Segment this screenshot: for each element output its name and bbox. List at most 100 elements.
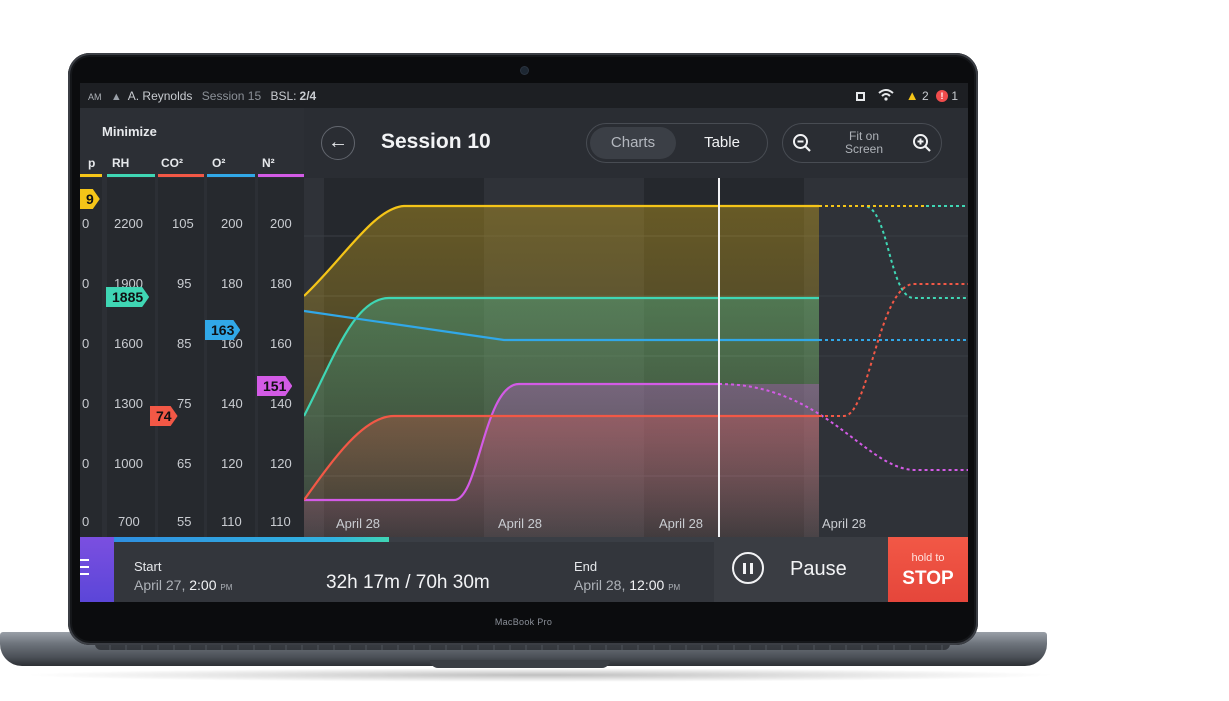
elapsed-time: 32h 17m / 70h 30m bbox=[326, 572, 490, 593]
status-right: ▲ 2 ! 1 bbox=[856, 88, 958, 103]
axis-color-o2 bbox=[207, 174, 255, 177]
tick-p-3: 0 bbox=[82, 396, 90, 411]
menu-button[interactable] bbox=[80, 537, 114, 602]
tick-co2-4: 65 bbox=[177, 456, 192, 471]
tick-p-5: 0 bbox=[82, 514, 90, 529]
chart-area[interactable]: April 28 April 28 April 28 April 28 bbox=[304, 178, 968, 537]
tick-n2-2: 160 bbox=[270, 336, 292, 351]
time-band bbox=[804, 178, 968, 537]
pause-icon bbox=[732, 552, 764, 584]
tick-n2-3: 140 bbox=[270, 396, 292, 411]
user-name: A. Reynolds bbox=[127, 89, 193, 103]
axis-color-n2 bbox=[258, 174, 304, 177]
zoom-out-icon[interactable] bbox=[791, 132, 813, 154]
tick-rh-3: 1300 bbox=[114, 396, 143, 411]
session-label: Session 15 bbox=[201, 89, 262, 103]
back-button[interactable]: ← bbox=[321, 126, 355, 160]
stop-button[interactable]: hold to STOP bbox=[888, 537, 968, 602]
axis-column-o2 bbox=[207, 178, 255, 537]
axis-color-rh bbox=[107, 174, 155, 177]
tick-rh-5: 700 bbox=[118, 514, 140, 529]
tick-o2-0: 200 bbox=[221, 216, 243, 231]
warning-icon[interactable]: ▲ bbox=[906, 88, 919, 103]
tab-charts[interactable]: Charts bbox=[590, 127, 676, 159]
session-controls: Start April 27, 2:00 PM 32h 17m / 70h 30… bbox=[80, 537, 968, 602]
page-title: Session 10 bbox=[381, 130, 491, 153]
tick-n2-5: 110 bbox=[270, 514, 291, 529]
stop-label: STOP bbox=[902, 568, 954, 589]
tab-table[interactable]: Table bbox=[679, 127, 765, 159]
end-time: 12:00 bbox=[629, 577, 665, 593]
tick-p-1: 0 bbox=[82, 276, 90, 291]
tick-n2-4: 120 bbox=[270, 456, 292, 471]
end-date: April 28, bbox=[574, 577, 626, 593]
user-icon: ▲ bbox=[110, 91, 122, 103]
error-count: 1 bbox=[951, 89, 958, 103]
fit-on-screen-button[interactable]: Fit on Screen bbox=[829, 130, 899, 156]
tick-p-2: 0 bbox=[82, 336, 90, 351]
axis-column-co2 bbox=[158, 178, 204, 537]
error-icon[interactable]: ! bbox=[935, 90, 948, 102]
current-value-n2: 151 bbox=[257, 376, 292, 396]
current-value-o2: 163 bbox=[205, 320, 240, 340]
tick-co2-2: 85 bbox=[177, 336, 192, 351]
x-tick-1: April 28 bbox=[498, 516, 542, 531]
tick-co2-1: 95 bbox=[177, 276, 192, 291]
clock: AM bbox=[88, 92, 102, 102]
tick-n2-0: 200 bbox=[270, 216, 292, 231]
wifi-icon bbox=[878, 89, 895, 101]
start-label: Start bbox=[134, 559, 162, 574]
bsl-value: 2/4 bbox=[299, 89, 317, 103]
end-ampm: PM bbox=[668, 583, 681, 592]
current-value-rh: 1885 bbox=[106, 287, 149, 307]
tick-rh-2: 1600 bbox=[114, 336, 143, 351]
axis-column-p bbox=[80, 178, 102, 537]
cast-icon[interactable] bbox=[856, 92, 866, 101]
zoom-controls: Fit on Screen bbox=[782, 123, 942, 163]
axis-column-rh bbox=[107, 178, 155, 537]
stop-hint: hold to bbox=[911, 552, 945, 564]
status-left: AM ▲ A. Reynolds Session 15 BSL: 2/4 bbox=[88, 89, 322, 103]
tick-co2-3: 75 bbox=[177, 396, 192, 411]
axis-color-co2 bbox=[158, 174, 204, 177]
axis-header-co2: CO² bbox=[161, 156, 183, 170]
axis-header-rh: RH bbox=[112, 156, 130, 170]
tick-n2-1: 180 bbox=[270, 276, 292, 291]
tick-p-0: 0 bbox=[82, 216, 90, 231]
start-time: 2:00 bbox=[189, 577, 217, 593]
pause-button[interactable]: Pause bbox=[714, 537, 888, 602]
x-tick-3: April 28 bbox=[822, 516, 866, 531]
axis-color-p bbox=[80, 174, 102, 177]
session-timing: Start April 27, 2:00 PM 32h 17m / 70h 30… bbox=[114, 542, 714, 602]
camera-icon bbox=[521, 67, 528, 74]
status-bar: AM ▲ A. Reynolds Session 15 BSL: 2/4 ▲ 2 !… bbox=[80, 83, 968, 108]
tick-o2-4: 120 bbox=[221, 456, 243, 471]
tick-rh-0: 2200 bbox=[114, 216, 143, 231]
app-screen: AM ▲ A. Reynolds Session 15 BSL: 2/4 ▲ 2 !… bbox=[80, 83, 968, 602]
pause-label: Pause bbox=[790, 558, 847, 580]
device-brand: MacBook Pro bbox=[494, 617, 553, 627]
bsl-label: BSL: 2/4 bbox=[271, 89, 317, 103]
tick-o2-5: 110 bbox=[221, 514, 242, 529]
tick-p-4: 0 bbox=[82, 456, 90, 471]
start-ampm: PM bbox=[220, 583, 233, 592]
tick-o2-3: 140 bbox=[221, 396, 243, 411]
tick-co2-5: 55 bbox=[177, 514, 192, 529]
x-tick-2: April 28 bbox=[659, 516, 703, 531]
axis-header-o2: O² bbox=[212, 156, 226, 170]
end-value: April 28, 12:00 PM bbox=[574, 577, 680, 593]
area-co2 bbox=[304, 416, 819, 537]
minimize-button[interactable]: Minimize bbox=[102, 124, 157, 139]
start-value: April 27, 2:00 PM bbox=[134, 577, 232, 593]
chart-header: ← Session 10 Charts Table Fit on Screen bbox=[304, 108, 968, 178]
zoom-in-icon[interactable] bbox=[911, 132, 933, 154]
end-label: End bbox=[574, 559, 598, 574]
warning-count: 2 bbox=[921, 89, 929, 103]
view-toggle: Charts Table bbox=[586, 123, 768, 163]
axis-column-n2 bbox=[258, 178, 304, 537]
axis-header-n2: N² bbox=[262, 156, 275, 170]
laptop-shadow bbox=[20, 668, 1060, 682]
session-chart: April 28 April 28 April 28 April 28 bbox=[304, 178, 968, 537]
bsl-label-text: BSL: bbox=[270, 89, 297, 103]
x-tick-0: April 28 bbox=[336, 516, 380, 531]
